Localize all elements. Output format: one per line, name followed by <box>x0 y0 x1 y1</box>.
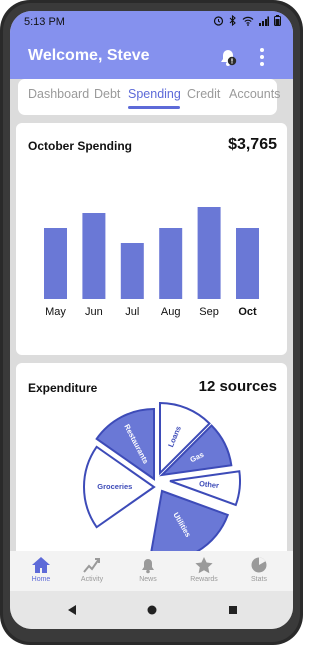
slice-label-groceries: Groceries <box>97 482 132 491</box>
phone-frame: 5:13 PM Welcome, Steve Dashboard Debt Sp… <box>0 0 303 645</box>
pie-icon <box>251 557 267 573</box>
tab-dashboard[interactable]: Dashboard <box>28 87 89 101</box>
bar-label-jun: Jun <box>85 306 103 318</box>
bar-aug <box>159 228 183 299</box>
bar-label-oct: Oct <box>238 306 257 318</box>
screen: 5:13 PM Welcome, Steve Dashboard Debt Sp… <box>10 11 293 629</box>
status-icons <box>213 14 281 29</box>
nav-news-label: News <box>139 576 157 583</box>
spending-bar-chart: May Jun Jul Aug Sep Oct <box>44 207 259 318</box>
home-circle-icon[interactable] <box>145 603 159 617</box>
bell-alert-icon <box>221 50 237 66</box>
app-bar: Welcome, Steve <box>10 33 293 79</box>
slice-utilities <box>150 489 230 553</box>
more-vert-icon <box>260 48 264 66</box>
bar-may <box>44 228 67 299</box>
tab-accounts[interactable]: Accounts <box>229 87 280 101</box>
bar-jul <box>120 243 144 299</box>
nav-rewards[interactable]: Rewards <box>184 556 224 583</box>
tab-debt[interactable]: Debt <box>94 87 120 101</box>
tab-spending[interactable]: Spending <box>128 87 181 101</box>
notifications-button[interactable] <box>218 46 238 68</box>
bar-label-aug: Aug <box>161 306 181 318</box>
nav-stats-label: Stats <box>251 576 267 583</box>
bar-label-may: May <box>45 306 66 318</box>
star-icon <box>195 557 213 574</box>
signal-icon <box>259 16 269 29</box>
home-icon <box>32 557 50 573</box>
alarm-icon <box>213 15 224 29</box>
expenditure-card: Expenditure 12 sources Utilities Grocerie… <box>16 363 287 553</box>
nav-home[interactable]: Home <box>21 556 61 583</box>
nav-rewards-label: Rewards <box>190 576 218 583</box>
back-icon[interactable] <box>65 603 79 617</box>
system-navigation-bar <box>10 591 293 629</box>
bell-icon <box>142 559 154 574</box>
tab-credit[interactable]: Credit <box>187 87 220 101</box>
status-time: 5:13 PM <box>24 16 65 28</box>
nav-activity[interactable]: Activity <box>72 556 112 583</box>
bottom-navigation: Home Activity News Rewards Stats <box>10 551 293 591</box>
spending-card: October Spending $3,765 May Jun Jul Aug Sep O… <box>16 123 287 355</box>
bar-label-sep: Sep <box>199 306 219 318</box>
more-options-button[interactable] <box>254 45 270 69</box>
nav-stats[interactable]: Stats <box>239 556 279 583</box>
tab-bar: Dashboard Debt Spending Credit Accounts <box>18 79 280 115</box>
nav-home-label: Home <box>31 576 51 583</box>
nav-news[interactable]: News <box>128 556 168 583</box>
battery-icon <box>274 15 281 29</box>
welcome-title: Welcome, Steve <box>28 47 150 64</box>
recents-icon[interactable] <box>226 603 240 617</box>
expenditure-pie-chart: UtilitiesGroceriesRestaurants LoansGasOth… <box>83 401 241 553</box>
bluetooth-icon <box>229 14 237 29</box>
bar-sep <box>197 207 221 299</box>
wifi-icon <box>242 16 254 29</box>
bar-jun <box>82 213 106 299</box>
active-tab-indicator <box>128 106 180 109</box>
bar-label-jul: Jul <box>125 306 139 318</box>
activity-icon <box>83 558 100 573</box>
bar-oct <box>236 228 259 299</box>
status-bar: 5:13 PM <box>10 11 293 33</box>
nav-activity-label: Activity <box>80 576 104 583</box>
